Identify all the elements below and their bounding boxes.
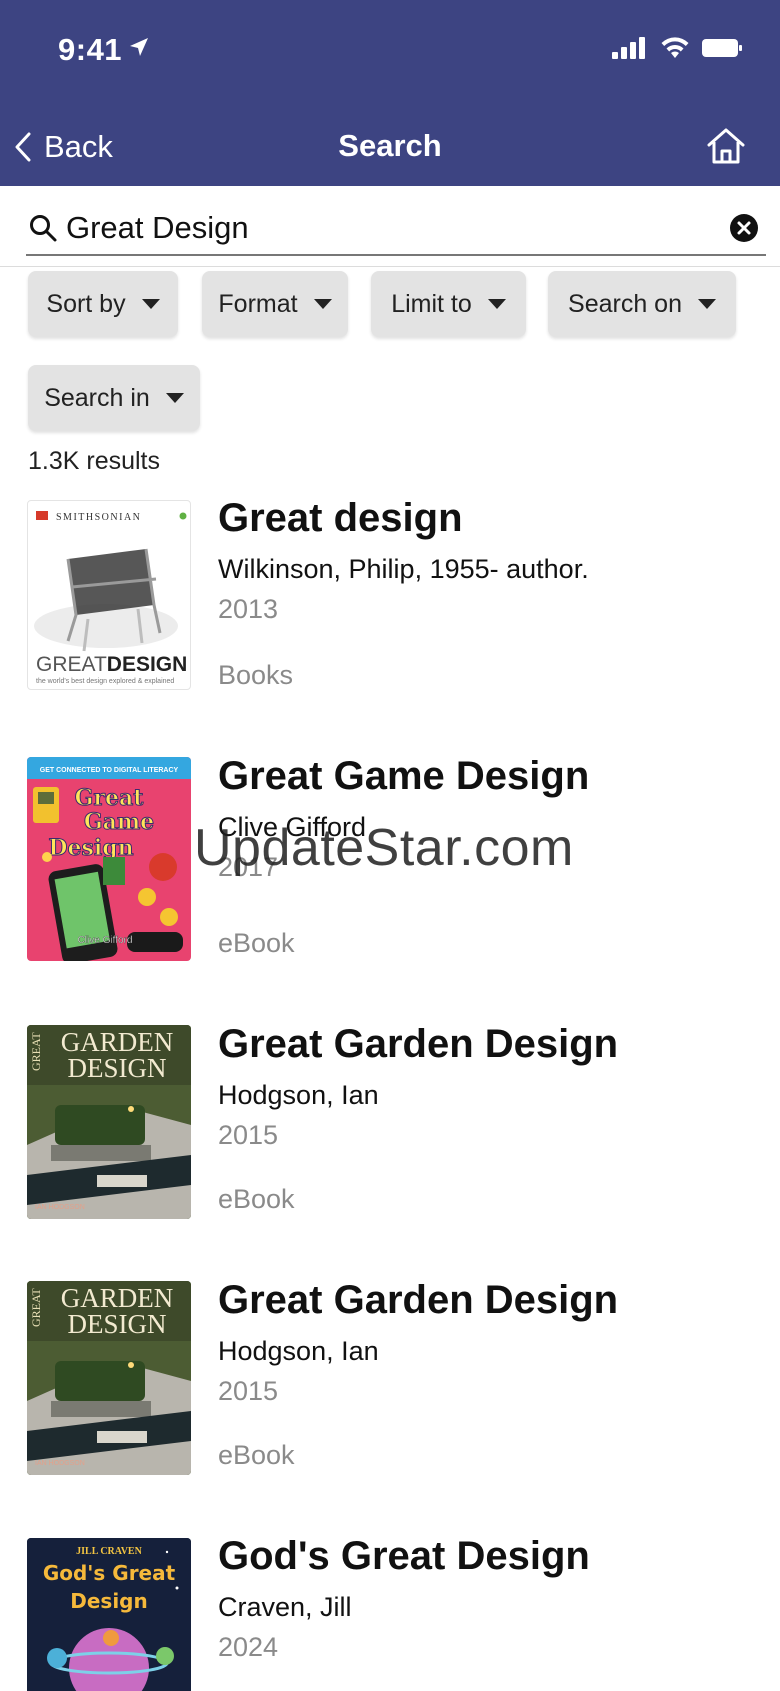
cover-title-a: GREATDESIGN — [36, 653, 187, 676]
cover-line1: Great — [75, 785, 145, 811]
cover-line2: DESIGN — [68, 1053, 167, 1083]
status-time: 9:41 — [58, 30, 150, 68]
result-item[interactable]: GREAT GARDEN DESIGN IAN HODGSON Great Ga… — [0, 1272, 780, 1492]
cover-author: IAN HODGSON — [35, 1204, 85, 1211]
home-button[interactable] — [704, 124, 748, 168]
caret-down-icon — [697, 299, 716, 309]
divider — [0, 266, 780, 267]
close-icon — [737, 221, 751, 235]
cover-top-text: SMITHSONIAN — [56, 512, 141, 523]
result-item[interactable]: GET CONNECTED TO DIGITAL LITERACY Great … — [0, 748, 780, 968]
cover-line1: God's Great — [43, 1561, 176, 1585]
sort-by-dropdown[interactable]: Sort by — [28, 271, 178, 337]
format-dropdown[interactable]: Format — [202, 271, 348, 337]
result-title: God's Great Design — [218, 1534, 590, 1578]
cover-side-text: GREAT — [29, 1288, 43, 1327]
result-year: 2013 — [218, 594, 279, 624]
chip-label: Sort by — [46, 289, 126, 318]
result-author: Hodgson, Ian — [218, 1080, 379, 1110]
result-author: Clive Gifford — [218, 812, 367, 842]
cover-author: JILL CRAVEN — [76, 1546, 142, 1557]
caret-down-icon — [487, 299, 506, 309]
app-header: 9:41 Back Search — [0, 0, 780, 186]
result-year: 2015 — [218, 1120, 279, 1150]
caret-down-icon — [165, 393, 184, 403]
chip-label: Search in — [44, 383, 150, 412]
book-cover: SMITHSONIAN GREATDESIGN the world's best… — [27, 500, 191, 690]
result-format: eBook — [218, 1184, 295, 1214]
chip-label: Format — [218, 289, 298, 318]
page-title: Search — [338, 128, 442, 163]
result-format: eBook — [218, 1440, 295, 1470]
search-bar — [26, 204, 766, 256]
book-cover: GET CONNECTED TO DIGITAL LITERACY Great … — [27, 757, 191, 961]
limit-to-dropdown[interactable]: Limit to — [371, 271, 526, 337]
cover-line2: DESIGN — [68, 1309, 167, 1339]
search-icon — [30, 215, 57, 242]
location-arrow-icon — [128, 30, 150, 66]
result-title: Great design — [218, 496, 463, 540]
caret-down-icon — [313, 299, 332, 309]
result-title: Great Garden Design — [218, 1278, 619, 1322]
book-cover: GREAT GARDEN DESIGN IAN HODGSON — [27, 1025, 191, 1219]
result-format: Books — [218, 660, 294, 690]
status-time-text: 9:41 — [58, 32, 123, 67]
result-format: eBook — [218, 928, 295, 958]
cover-author: IAN HODGSON — [35, 1460, 85, 1467]
chip-label: Search on — [568, 289, 682, 318]
wifi-icon — [661, 37, 689, 58]
cover-line2: Design — [70, 1589, 147, 1613]
status-icons — [612, 33, 742, 63]
search-input[interactable] — [66, 206, 696, 250]
cover-tagline: the world's best design explored & expla… — [36, 678, 174, 685]
result-author: Hodgson, Ian — [218, 1336, 379, 1366]
result-item[interactable]: JILL CRAVEN God's Great Design God's Gre… — [0, 1528, 780, 1691]
result-year: 2015 — [218, 1376, 279, 1406]
result-year: 2024 — [218, 1632, 279, 1662]
chip-label: Limit to — [391, 289, 472, 318]
clear-search-button[interactable] — [730, 214, 758, 242]
cover-side-text: GREAT — [29, 1032, 43, 1071]
search-on-dropdown[interactable]: Search on — [548, 271, 736, 337]
result-author: Craven, Jill — [218, 1592, 352, 1622]
result-title: Great Game Design — [218, 754, 590, 798]
results-count: 1.3K results — [28, 447, 161, 475]
result-year: 2017 — [218, 852, 279, 882]
result-title: Great Garden Design — [218, 1022, 619, 1066]
cover-top-text: GET CONNECTED TO DIGITAL LITERACY — [40, 767, 179, 774]
search-in-dropdown[interactable]: Search in — [28, 365, 200, 431]
battery-icon — [702, 39, 742, 57]
cover-line2: Game — [84, 809, 154, 835]
caret-down-icon — [141, 299, 160, 309]
book-cover: GREAT GARDEN DESIGN IAN HODGSON — [27, 1281, 191, 1475]
result-item[interactable]: SMITHSONIAN GREATDESIGN the world's best… — [0, 490, 780, 700]
result-item[interactable]: GREAT GARDEN DESIGN IAN HODGSON Great Ga… — [0, 1016, 780, 1236]
result-author: Wilkinson, Philip, 1955- author. — [218, 554, 589, 584]
book-cover: JILL CRAVEN God's Great Design — [27, 1538, 191, 1691]
cellular-signal-icon — [612, 37, 645, 59]
cover-author: Clive Gifford — [78, 935, 133, 946]
home-icon — [707, 128, 745, 164]
